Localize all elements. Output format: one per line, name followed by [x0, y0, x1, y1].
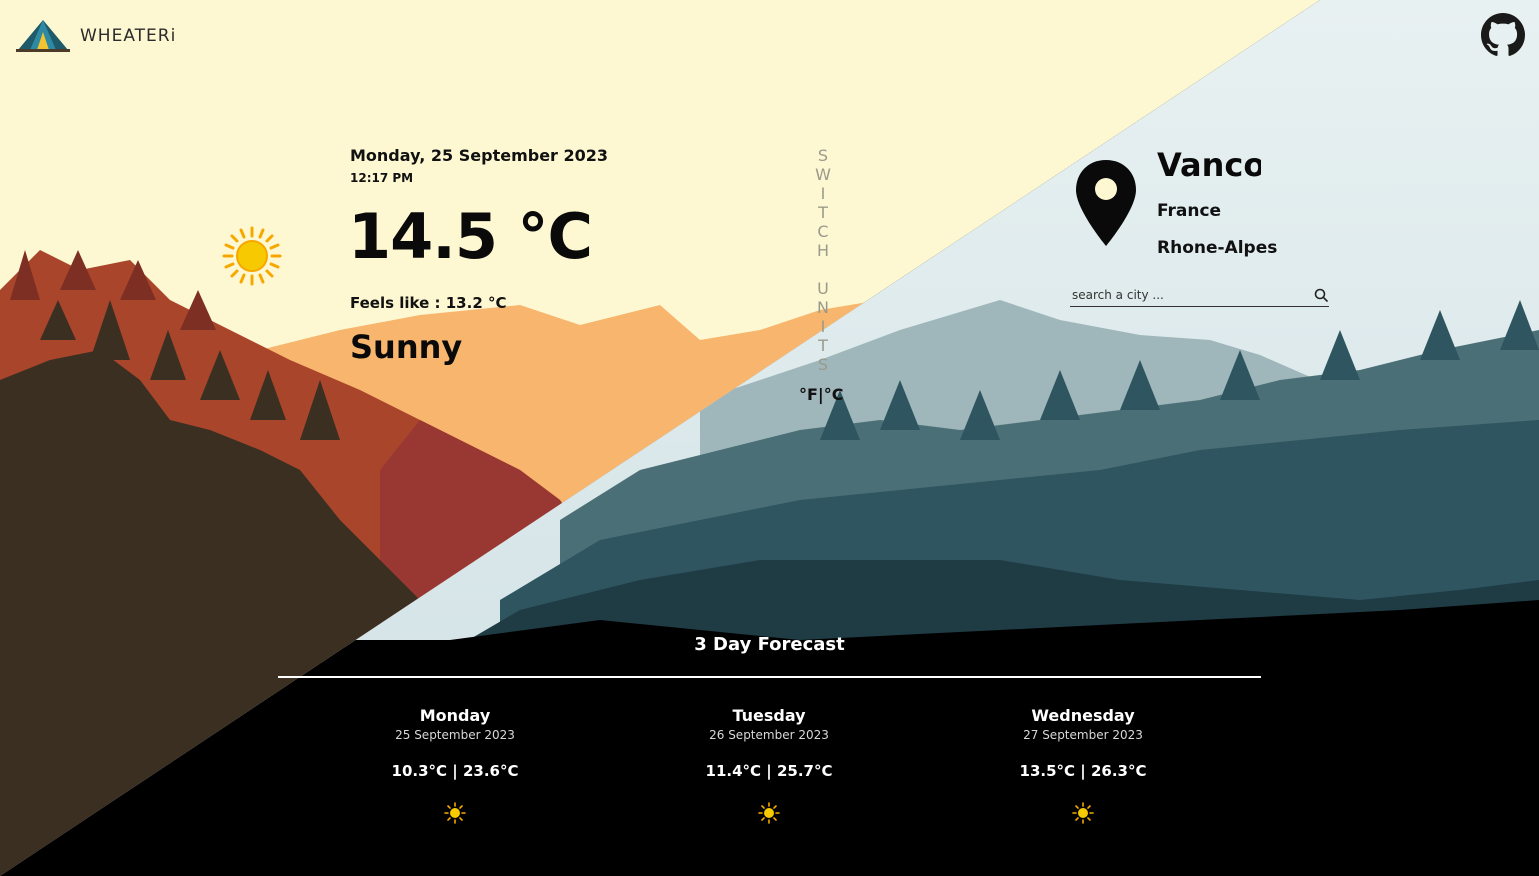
github-link[interactable] — [1481, 13, 1525, 57]
forecast-day-name: Wednesday — [1031, 706, 1135, 725]
switch-letter: C — [817, 222, 829, 241]
forecast-day-name: Monday — [419, 706, 491, 725]
switch-units-label: S W I T C H U N I T S — [811, 146, 835, 374]
switch-letter: W — [815, 165, 831, 184]
forecast-day-card: Wednesday 27 September 2023 13.5°C | 26.… — [963, 706, 1203, 824]
forecast-day-temp: 13.5°C | 26.3°C — [1019, 762, 1147, 780]
search-bar — [1070, 283, 1329, 307]
sun-icon — [758, 802, 780, 824]
brand-name: WHEATERi — [80, 26, 177, 46]
forecast-title: 3 Day Forecast — [694, 634, 845, 655]
switch-letter: I — [820, 184, 826, 203]
current-time: 12:17 PM — [350, 171, 414, 185]
forecast-day-name: Tuesday — [732, 706, 806, 725]
map-pin-icon — [1074, 158, 1138, 252]
forecast-divider — [278, 676, 1261, 678]
switch-letter: H — [816, 241, 830, 260]
country-name: France — [1157, 201, 1222, 221]
tent-icon — [16, 20, 70, 52]
current-temperature: 14.5 °C — [348, 200, 593, 273]
switch-letter: T — [818, 336, 828, 355]
forecast-day-date: 27 September 2023 — [1023, 728, 1143, 742]
sun-icon — [444, 802, 466, 824]
units-toggle[interactable]: °F|°C — [799, 385, 844, 404]
search-input[interactable] — [1070, 287, 1302, 302]
sun-icon — [1072, 802, 1094, 824]
forecast-day-date: 25 September 2023 — [395, 728, 515, 742]
current-date: Monday, 25 September 2023 — [350, 146, 609, 165]
brand-logo[interactable]: WHEATERi — [14, 18, 176, 54]
search-icon[interactable] — [1314, 288, 1328, 302]
forecast-day-card: Monday 25 September 2023 10.3°C | 23.6°C — [335, 706, 575, 824]
forecast-day-temp: 11.4°C | 25.7°C — [705, 762, 833, 780]
sun-icon — [222, 226, 282, 290]
switch-letter: S — [817, 146, 829, 165]
region-name: Rhone-Alpes — [1157, 238, 1278, 258]
switch-letter — [811, 260, 835, 279]
forecast-day-date: 26 September 2023 — [709, 728, 829, 742]
github-icon — [1481, 13, 1525, 56]
switch-letter: T — [818, 203, 828, 222]
city-name: Vancouver — [1157, 146, 1261, 184]
switch-letter: U — [817, 279, 829, 298]
feels-like: Feels like : 13.2 °C — [350, 294, 507, 312]
weather-condition: Sunny — [350, 328, 463, 366]
forecast-day-card: Tuesday 26 September 2023 11.4°C | 25.7°… — [649, 706, 889, 824]
forecast-day-temp: 10.3°C | 23.6°C — [391, 762, 519, 780]
switch-letter: I — [820, 317, 826, 336]
switch-letter: N — [817, 298, 829, 317]
switch-letter: S — [817, 355, 829, 374]
